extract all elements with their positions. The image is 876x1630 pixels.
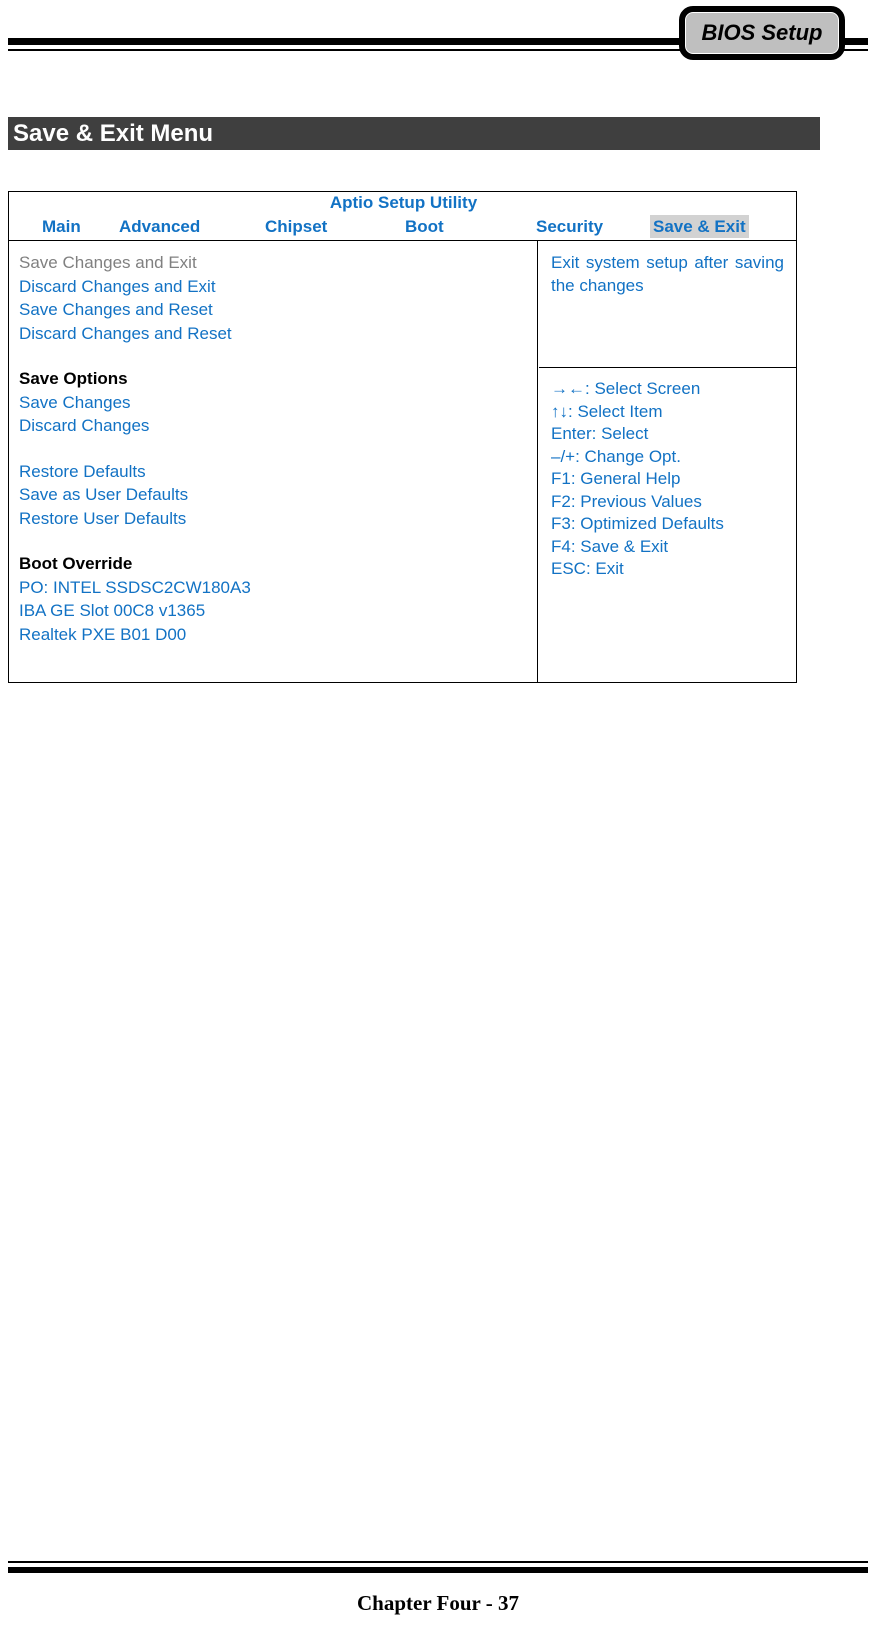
- options-group-save-options: Save Options: [19, 369, 128, 388]
- bios-tab-save-exit[interactable]: Save & Exit: [650, 215, 749, 238]
- option-item-save-changes[interactable]: Save Changes: [19, 391, 537, 415]
- section-title-bar: Save & Exit Menu: [8, 117, 820, 150]
- bios-setup-badge: BIOS Setup: [679, 6, 845, 60]
- bios-tab-row: Main Advanced Chipset Boot Security Save & Ex…: [9, 215, 798, 240]
- legend-line-2: ↑↓: Select Item: [551, 401, 663, 421]
- help-description-box: Exit system setup after saving the chang…: [539, 241, 796, 368]
- bios-options-pane: Save Changes and Exit Discard Changes and…: [9, 241, 538, 682]
- aptio-setup-utility-title: Aptio Setup Utility: [329, 193, 478, 212]
- option-item-save-changes-and-reset[interactable]: Save Changes and Reset: [19, 298, 537, 322]
- key-legend-box: →←: Select Screen ↑↓: Select Item Enter: S…: [539, 368, 796, 581]
- options-spacer: [19, 438, 537, 460]
- option-item-po-intel-ssdsc2cw180a3[interactable]: PO: INTEL SSDSC2CW180A3: [19, 576, 537, 600]
- legend-line-5: F1: General Help: [551, 469, 681, 488]
- bios-setup-screen: Aptio Setup Utility Main Advanced Chipset B…: [8, 191, 797, 683]
- legend-line-7: F3: Optimized Defaults: [551, 514, 724, 533]
- footer-rule-thick: [8, 1567, 868, 1573]
- bios-screen-body: Save Changes and Exit Discard Changes and…: [9, 241, 796, 682]
- option-item-discard-changes-and-exit[interactable]: Discard Changes and Exit: [19, 275, 537, 299]
- legend-line-3: Enter: Select: [551, 424, 649, 443]
- option-item-restore-user-defaults[interactable]: Restore User Defaults: [19, 507, 537, 531]
- help-description-text: Exit system setup after saving the chang…: [551, 253, 784, 295]
- legend-line-1: →←: Select Screen: [551, 379, 701, 398]
- options-spacer: [19, 345, 537, 367]
- options-group-boot-override: Boot Override: [19, 554, 133, 573]
- legend-line-9: ESC: Exit: [551, 559, 624, 578]
- option-item-realtek-pxe-b01-d00[interactable]: Realtek PXE B01 D00: [19, 623, 537, 647]
- bios-tab-bar: Aptio Setup Utility Main Advanced Chipset B…: [9, 192, 796, 241]
- legend-line-8: F4: Save & Exit: [551, 536, 669, 556]
- bios-tab-chipset[interactable]: Chipset: [265, 215, 327, 238]
- options-spacer: [19, 530, 537, 552]
- footer-rule-thin: [8, 1561, 868, 1563]
- page-header: BIOS Setup: [0, 0, 876, 78]
- option-item-save-changes-and-exit[interactable]: Save Changes and Exit: [19, 251, 537, 275]
- bios-tab-security[interactable]: Security: [536, 215, 603, 238]
- footer-page-label: Chapter Four - 37: [357, 1591, 519, 1615]
- bios-tab-main[interactable]: Main: [42, 215, 81, 238]
- legend-line-6: F2: Previous Values: [551, 491, 702, 511]
- page-title: Save & Exit Menu: [13, 119, 214, 147]
- option-item-save-as-user-defaults[interactable]: Save as User Defaults: [19, 483, 537, 507]
- bios-setup-badge-label: BIOS Setup: [701, 20, 823, 45]
- bios-info-pane: Exit system setup after saving the chang…: [539, 241, 796, 682]
- bios-tab-advanced[interactable]: Advanced: [119, 215, 200, 238]
- option-item-discard-changes[interactable]: Discard Changes: [19, 414, 537, 438]
- option-item-discard-changes-and-reset[interactable]: Discard Changes and Reset: [19, 322, 537, 346]
- option-item-restore-defaults[interactable]: Restore Defaults: [19, 460, 537, 484]
- option-item-iba-ge-slot-00c8-v1365[interactable]: IBA GE Slot 00C8 v1365: [19, 599, 537, 623]
- bios-tab-boot[interactable]: Boot: [405, 215, 444, 238]
- legend-line-4: –/+: Change Opt.: [551, 446, 681, 466]
